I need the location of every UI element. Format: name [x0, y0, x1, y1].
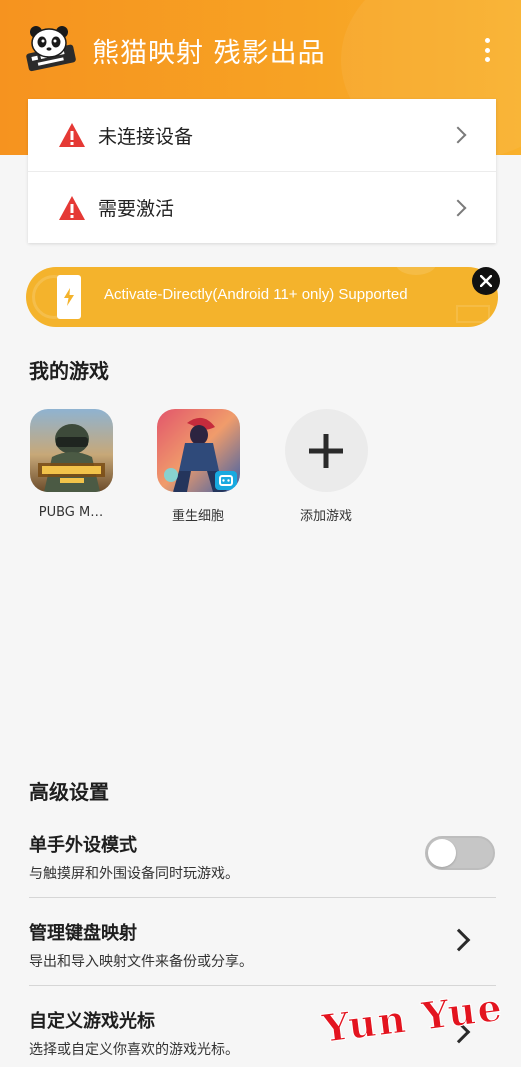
warning-icon: [59, 195, 85, 220]
advanced-settings-title: 高级设置: [29, 780, 109, 804]
divider: [29, 985, 496, 986]
status-item-activation[interactable]: 需要激活: [28, 171, 496, 243]
activate-directly-banner[interactable]: Activate-Directly(Android 11+ only) Supp…: [26, 267, 498, 327]
my-games-title: 我的游戏: [29, 359, 109, 383]
game-item-pubg[interactable]: PUBG M…: [21, 409, 121, 520]
game-label: PUBG M…: [38, 505, 104, 520]
game-label: 添加游戏: [299, 509, 352, 524]
divider: [29, 897, 496, 898]
setting-description: 导出和导入映射文件来备份或分享。: [29, 954, 253, 970]
setting-title: 管理键盘映射: [29, 923, 137, 944]
setting-manage-keymap[interactable]: 管理键盘映射 导出和导入映射文件来备份或分享。: [29, 919, 496, 971]
chevron-right-icon: [449, 199, 467, 216]
status-label: 未连接设备: [98, 125, 194, 148]
banner-close-button[interactable]: [472, 267, 500, 295]
banner-decoration: [396, 267, 436, 275]
warning-icon: [59, 123, 85, 147]
close-icon: [480, 275, 492, 287]
banner-text: Activate-Directly(Android 11+ only) Supp…: [104, 286, 408, 303]
app-title: 熊猫映射 残影出品: [92, 38, 326, 69]
panda-keyboard-logo-icon: [22, 23, 78, 75]
setting-description: 选择或自定义你喜欢的游戏光标。: [29, 1042, 239, 1058]
add-game-button[interactable]: 添加游戏: [276, 409, 376, 524]
dead-cells-game-icon: [156, 409, 240, 492]
one-hand-mode-toggle[interactable]: [425, 836, 495, 870]
more-menu-button[interactable]: [478, 34, 496, 66]
chevron-right-icon: [449, 126, 467, 144]
status-card: 未连接设备 需要激活: [28, 99, 496, 243]
phone-bolt-icon: [57, 275, 81, 319]
setting-description: 与触摸屏和外围设备同时玩游戏。: [29, 866, 239, 882]
pubg-game-icon: [29, 409, 113, 492]
status-label: 需要激活: [98, 198, 175, 220]
game-label: 重生细胞: [171, 509, 224, 524]
plus-icon: [284, 409, 368, 492]
more-vertical-icon: [484, 38, 490, 43]
toggle-knob: [428, 839, 456, 867]
banner-decoration: [456, 305, 490, 323]
game-item-dead-cells[interactable]: 重生细胞: [148, 409, 248, 524]
status-item-device[interactable]: 未连接设备: [28, 99, 496, 171]
